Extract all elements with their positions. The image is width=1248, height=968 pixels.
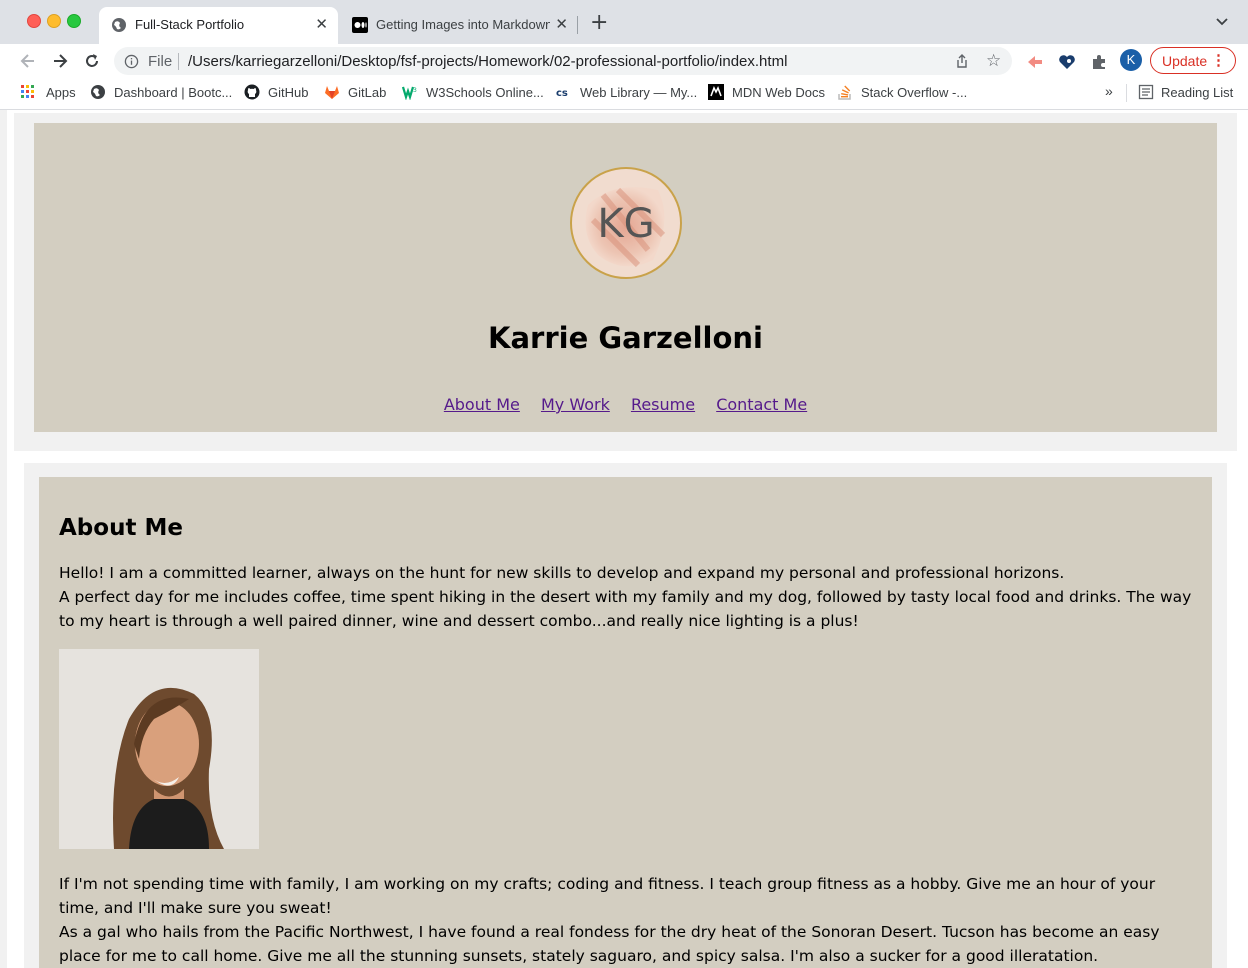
nav-about-me[interactable]: About Me [444,395,520,414]
bookmark-github[interactable]: GitHub [244,84,308,100]
github-icon [244,84,260,100]
address-bar[interactable]: File /Users/karriegarzelloni/Desktop/fsf… [114,47,1012,75]
globe-icon [91,85,105,99]
about-section-container: About Me Hello! I am a committed learner… [24,463,1227,968]
bookmark-w3schools[interactable]: 3 W3Schools Online... [402,84,544,100]
close-tab-icon[interactable]: ✕ [555,15,568,33]
bookmark-label: MDN Web Docs [732,84,825,100]
bookmark-label: GitHub [268,84,309,100]
info-icon[interactable] [124,54,139,69]
about-paragraph-1: Hello! I am a committed learner, always … [59,564,1065,582]
page-viewport: KG Karrie Garzelloni About Me My Work Re… [7,110,1248,968]
profile-avatar[interactable]: K [1120,49,1142,71]
browser-window: Full-Stack Portfolio ✕ Getting Images in… [0,0,1248,968]
bookmarks-bar: Apps Dashboard | Bootc... GitHub GitLab [0,77,1248,110]
apps-grid-icon [21,85,34,98]
reading-list-icon [1138,84,1154,100]
bookmark-dashboard[interactable]: Dashboard | Bootc... [90,84,232,100]
bookmarks-overflow-button[interactable]: » [1105,83,1113,99]
site-header: KG Karrie Garzelloni About Me My Work Re… [34,123,1217,432]
bookmark-label: W3Schools Online... [426,84,544,100]
scheme-label: File [148,53,173,70]
svg-text:3: 3 [413,87,417,94]
header-container: KG Karrie Garzelloni About Me My Work Re… [14,113,1237,451]
address-divider [178,53,179,70]
reading-list-button[interactable]: Reading List [1138,84,1233,100]
extensions-puzzle-icon[interactable] [1090,53,1108,71]
url-text[interactable]: /Users/karriegarzelloni/Desktop/fsf-proj… [188,53,787,70]
nav-resume[interactable]: Resume [631,395,695,414]
nav-my-work[interactable]: My Work [541,395,610,414]
svg-text:cs: cs [556,88,568,99]
site-title: Karrie Garzelloni [488,321,763,355]
bookmark-mdn[interactable]: MDN Web Docs [708,84,825,100]
close-window-button[interactable] [27,14,41,28]
maximize-window-button[interactable] [67,14,81,28]
bookmark-apps[interactable]: Apps [20,84,76,100]
about-paragraph-2: A perfect day for me includes coffee, ti… [59,588,1192,630]
chevron-down-icon[interactable] [1214,13,1230,29]
globe-icon [112,18,126,32]
about-paragraph-4: As a gal who hails from the Pacific Nort… [59,923,1160,965]
reload-icon[interactable] [82,51,102,71]
bookmark-label: Stack Overflow -... [861,84,968,100]
tab-getting-images[interactable]: Getting Images into Markdown ✕ [340,7,578,44]
tab-divider [577,16,578,34]
mdn-icon [708,84,724,100]
portrait-image [59,649,259,849]
share-icon[interactable] [954,53,970,69]
medium-icon [352,17,368,33]
bookmark-star-icon[interactable]: ☆ [986,51,1001,71]
minimize-window-button[interactable] [47,14,61,28]
about-heading: About Me [59,515,183,541]
forward-icon[interactable] [50,51,70,71]
bookmark-stack-overflow[interactable]: Stack Overflow -... [837,84,967,100]
cs-icon: cs [556,88,568,99]
bookmark-label: Dashboard | Bootc... [114,84,233,100]
stackoverflow-icon [838,85,851,100]
toolbar: File /Users/karriegarzelloni/Desktop/fsf… [0,44,1248,77]
reading-list-label: Reading List [1161,84,1234,100]
extension-heart-icon[interactable] [1058,53,1076,71]
nav-contact-me[interactable]: Contact Me [716,395,807,414]
new-tab-button[interactable]: + [590,11,608,35]
update-label: Update [1162,53,1208,69]
profile-photo [59,649,259,849]
w3schools-icon: 3 [402,86,417,100]
bookmark-web-library[interactable]: cs Web Library — My... [556,84,697,100]
close-tab-icon[interactable]: ✕ [315,15,328,33]
update-button[interactable]: Update ⋮ [1150,47,1236,74]
menu-dots-icon: ⋮ [1211,52,1226,69]
about-section: About Me Hello! I am a committed learner… [39,477,1212,968]
bookmark-label: GitLab [348,84,387,100]
extension-cast-icon[interactable] [1026,53,1044,71]
tab-title: Getting Images into Markdown [376,17,550,32]
bookmark-gitlab[interactable]: GitLab [324,84,386,100]
kg-logo: KG [570,167,682,279]
back-icon[interactable] [18,51,38,71]
gitlab-icon [325,86,339,99]
tab-full-stack-portfolio[interactable]: Full-Stack Portfolio ✕ [99,7,338,44]
bookmark-label: Apps [46,84,76,100]
about-paragraph-3: If I'm not spending time with family, I … [59,875,1156,917]
site-nav: About Me My Work Resume Contact Me [34,395,1217,414]
bookmarks-divider [1126,84,1127,102]
logo-text: KG [597,201,654,247]
bookmark-label: Web Library — My... [580,84,698,100]
tab-strip: Full-Stack Portfolio ✕ Getting Images in… [0,0,1248,44]
tab-title: Full-Stack Portfolio [135,17,245,32]
